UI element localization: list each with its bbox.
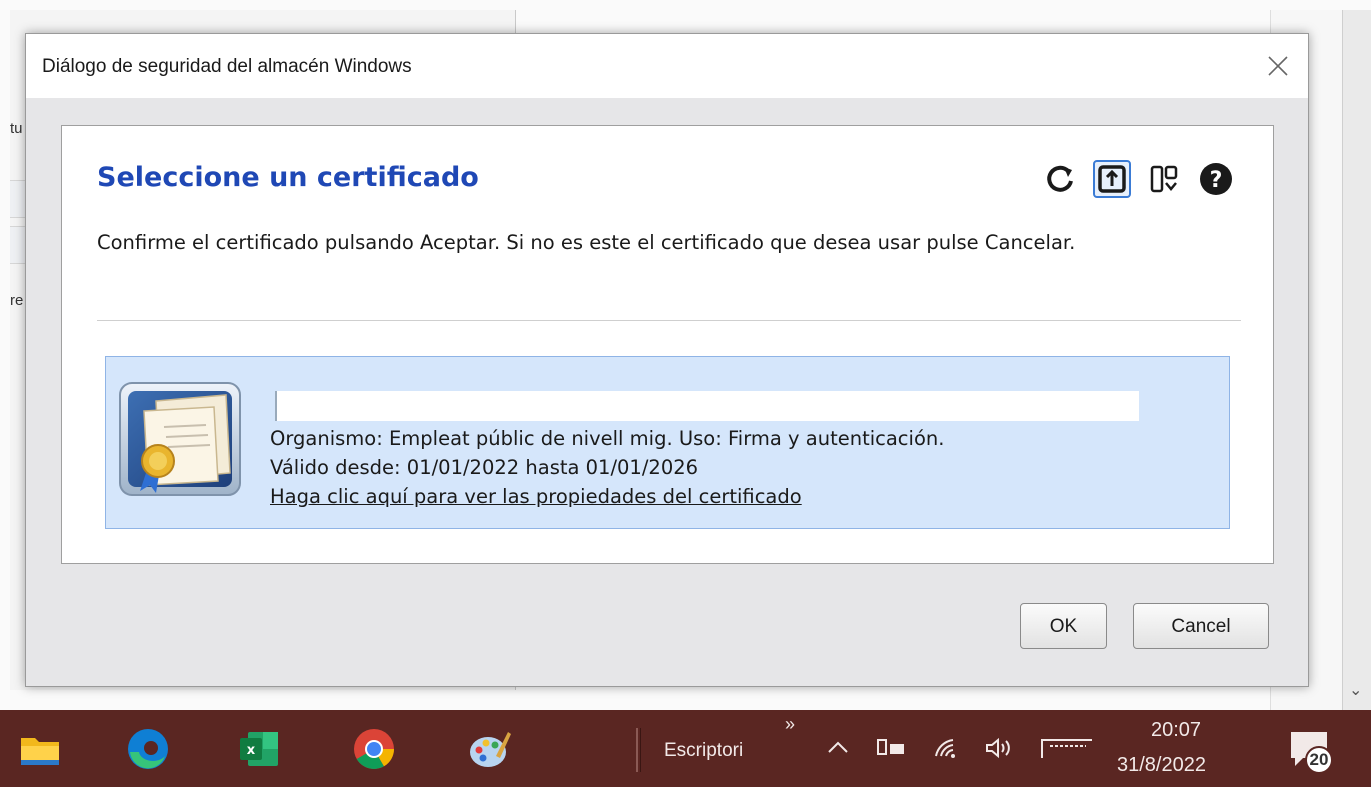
clock-time[interactable]: 20:07 bbox=[1151, 719, 1201, 742]
network-device-icon[interactable] bbox=[876, 736, 906, 765]
refresh-button[interactable] bbox=[1041, 160, 1079, 198]
divider bbox=[97, 320, 1241, 321]
keyboard-icon[interactable] bbox=[1040, 736, 1094, 765]
close-icon[interactable] bbox=[1267, 55, 1289, 77]
import-icon[interactable] bbox=[1097, 164, 1127, 194]
desktop-toolbar-label[interactable]: Escriptori bbox=[664, 740, 743, 762]
help-icon[interactable]: ? bbox=[1199, 162, 1233, 196]
background-text: tu bbox=[10, 120, 23, 137]
notification-center-button[interactable]: 20 bbox=[1287, 726, 1333, 776]
import-button[interactable] bbox=[1093, 160, 1131, 198]
background-text: re bbox=[10, 292, 24, 309]
dialog-title: Diálogo de seguridad del almacén Windows bbox=[42, 56, 412, 77]
volume-icon[interactable] bbox=[984, 736, 1016, 765]
scroll-down-icon[interactable]: ⌄ bbox=[1349, 680, 1362, 699]
dialog-description: Confirme el certificado pulsando Aceptar… bbox=[97, 231, 1076, 254]
svg-text:x: x bbox=[247, 743, 256, 758]
file-explorer-icon[interactable] bbox=[17, 726, 63, 772]
clock-date[interactable]: 31/8/2022 bbox=[1117, 754, 1206, 777]
certificate-properties-link[interactable]: Haga clic aquí para ver las propiedades … bbox=[270, 485, 802, 508]
notification-count: 20 bbox=[1309, 750, 1329, 769]
chrome-icon[interactable] bbox=[351, 726, 397, 772]
certificate-organization: Organismo: Empleat públic de nivell mig.… bbox=[270, 427, 945, 450]
dialog-heading: Seleccione un certificado bbox=[97, 162, 479, 193]
cancel-button[interactable]: Cancel bbox=[1133, 603, 1269, 649]
certificate-icon bbox=[118, 381, 242, 497]
show-hidden-icons-icon[interactable] bbox=[826, 736, 850, 765]
view-icon[interactable] bbox=[1149, 164, 1179, 194]
security-dialog: Diálogo de seguridad del almacén Windows… bbox=[25, 33, 1309, 687]
background-scrollbar[interactable]: ⌄ bbox=[1342, 10, 1371, 710]
taskbar-separator bbox=[640, 728, 641, 772]
help-button[interactable]: ? bbox=[1197, 160, 1235, 198]
svg-text:?: ? bbox=[1210, 168, 1223, 193]
ok-button[interactable]: OK bbox=[1020, 603, 1107, 649]
view-button[interactable] bbox=[1145, 160, 1183, 198]
taskbar: x Escriptori » 20:07 31/8/2022 20 bbox=[0, 710, 1371, 787]
certificate-item[interactable]: Organismo: Empleat públic de nivell mig.… bbox=[105, 356, 1230, 529]
certificate-name bbox=[275, 391, 1139, 421]
excel-icon[interactable]: x bbox=[236, 726, 282, 772]
paint-icon[interactable] bbox=[466, 726, 512, 772]
dialog-titlebar: Diálogo de seguridad del almacén Windows bbox=[26, 34, 1308, 98]
toolbar: ? bbox=[1041, 160, 1235, 200]
edge-icon[interactable] bbox=[125, 726, 171, 772]
refresh-icon[interactable] bbox=[1043, 162, 1077, 196]
wifi-icon[interactable] bbox=[933, 736, 959, 765]
toolbar-overflow-button[interactable]: » bbox=[785, 714, 795, 735]
close-button[interactable] bbox=[1260, 48, 1296, 84]
certificate-validity: Válido desde: 01/01/2022 hasta 01/01/202… bbox=[270, 456, 699, 479]
taskbar-separator bbox=[636, 728, 638, 772]
certificate-panel: Seleccione un certificado ? Confirme el … bbox=[61, 125, 1274, 564]
